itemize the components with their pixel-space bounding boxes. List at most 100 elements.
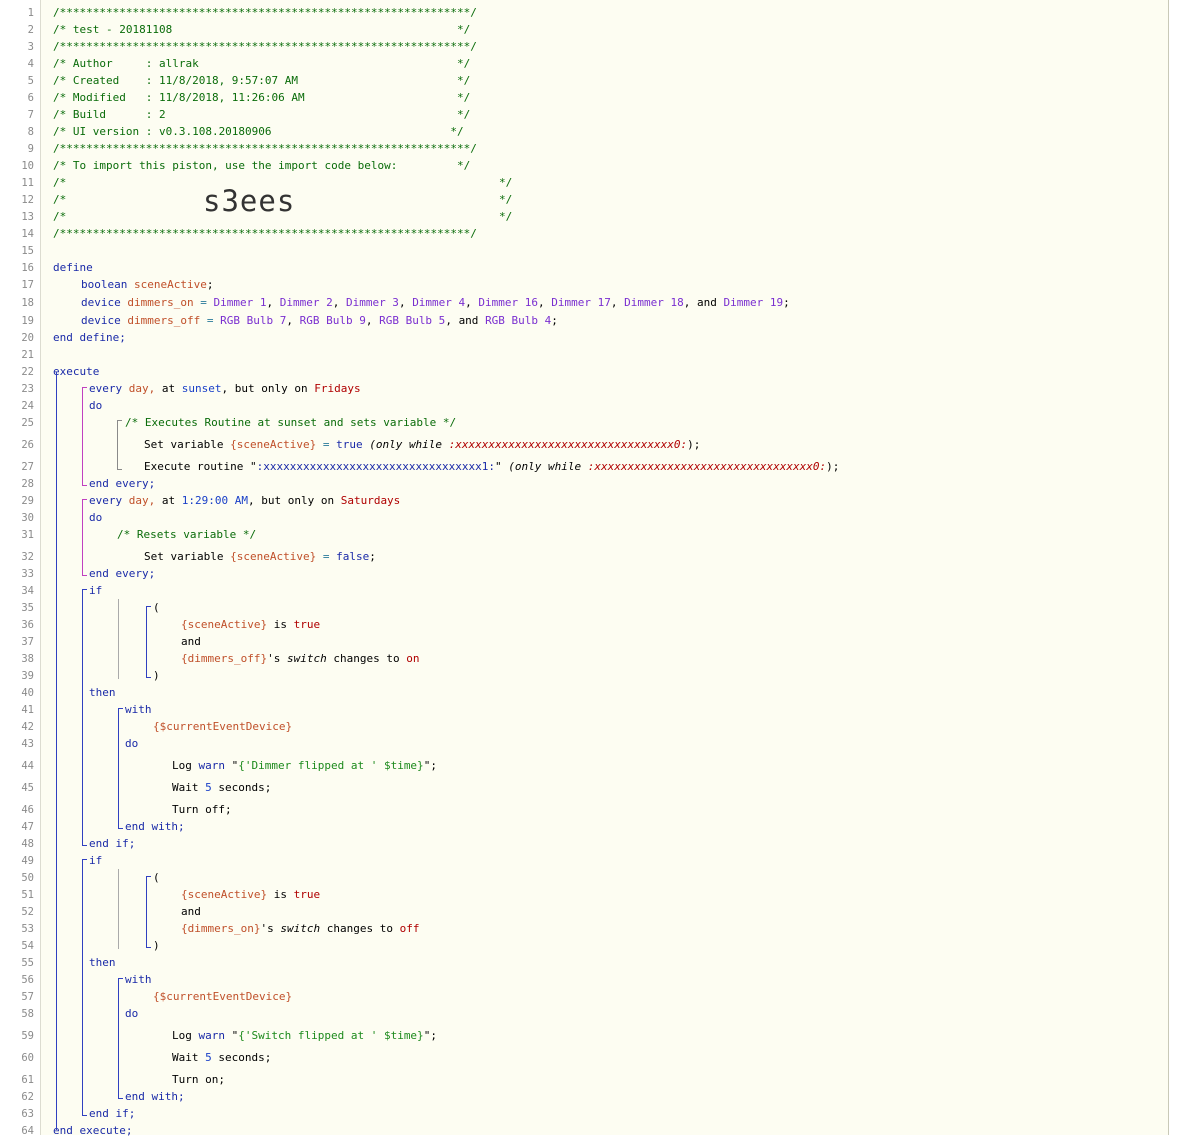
line-number: 26 [21,439,34,451]
block-bar-cond [118,599,119,679]
block-tick [82,589,87,590]
set-variable-false[interactable]: Set variable {sceneActive} = false; [144,550,376,564]
block-tick [118,708,123,709]
line-number: 22 [21,366,34,378]
line-number: 41 [21,704,34,716]
line-number: 63 [21,1108,34,1120]
line-number: 25 [21,417,34,429]
line-number: 20 [21,332,34,344]
var-dimmers-on-decl: device dimmers_on = Dimmer 1, Dimmer 2, … [81,296,790,309]
header-import-note: /* To import this piston, use the import… [53,159,471,172]
line-number: 45 [21,782,34,794]
line-number: 3 [27,41,34,53]
log-warn-action[interactable]: Log warn "{'Switch flipped at ' $time}"; [172,1029,437,1043]
header-blank-open: /* [53,210,67,223]
then-keyword: then [89,686,116,699]
define-line: define [53,261,93,274]
header-stars: /***************************************… [53,227,477,240]
condition-scene-active[interactable]: {sceneActive} is true [181,888,320,902]
line-number: 9 [27,143,34,155]
end-every: end every; [89,567,156,580]
block-bar-paren [146,876,147,948]
block-tick [118,1098,123,1099]
line-number: 13 [21,211,34,223]
log-warn-action[interactable]: Log warn "{'Dimmer flipped at ' $time}"; [172,759,437,773]
block-tick [117,469,122,470]
block-bar-if [82,859,83,1116]
line-number: 51 [21,889,34,901]
line-number: 58 [21,1008,34,1020]
comment-routine: /* Executes Routine at sunset and sets v… [125,416,457,429]
block-bar-do [117,420,118,470]
line-number: 53 [21,923,34,935]
execute-line: execute [53,365,100,378]
block-tick [146,876,151,877]
line-number: 23 [21,383,34,395]
wait-action[interactable]: Wait 5 seconds; [172,1051,271,1065]
open-paren: ( [153,871,160,884]
header-blank-close: */ [499,176,513,189]
end-if: end if; [89,837,136,850]
block-tick [117,420,122,421]
header-blank-open: /* [53,176,67,189]
line-number: 37 [21,636,34,648]
header-modified: /* Modified : 11/8/2018, 11:26:06 AM */ [53,91,471,104]
comment-reset: /* Resets variable */ [117,528,257,541]
line-number: 56 [21,974,34,986]
line-number: 16 [21,262,34,274]
line-number: 21 [21,349,34,361]
header-stars: /***************************************… [53,6,477,19]
line-number: 33 [21,568,34,580]
wait-action[interactable]: Wait 5 seconds; [172,781,271,795]
header-stars: /***************************************… [53,142,477,155]
block-tick [82,485,87,486]
condition-dimmers-on[interactable]: {dimmers_on}'s switch changes to off [181,922,419,936]
block-bar-every [82,499,83,576]
line-number: 6 [27,92,34,104]
do-keyword: do [89,399,103,412]
block-bar-cond [118,869,119,949]
end-if: end if; [89,1107,136,1120]
line-number: 19 [21,315,34,327]
header-blank-close: */ [499,193,513,206]
condition-scene-active[interactable]: {sceneActive} is true [181,618,320,632]
block-tick [118,978,123,979]
open-paren: ( [153,601,160,614]
every-time-trigger[interactable]: every day, at 1:29:00 AM, but only on Sa… [89,494,400,508]
line-number: 15 [21,245,34,257]
do-keyword: do [89,511,103,524]
block-tick [82,845,87,846]
import-code: s3ees [203,184,296,218]
line-number: 52 [21,906,34,918]
block-tick [146,677,151,678]
end-with: end with; [125,820,185,833]
block-tick [146,947,151,948]
turn-on-action[interactable]: Turn on; [172,1073,225,1087]
line-number: 27 [21,461,34,473]
with-keyword: with [125,703,152,716]
condition-dimmers-off[interactable]: {dimmers_off}'s switch changes to on [181,652,419,666]
close-paren: ) [153,669,160,682]
var-scene-active-decl: boolean sceneActive; [81,278,214,291]
and-operator: and [181,905,201,918]
line-number: 31 [21,529,34,541]
every-sunset-trigger[interactable]: every day, at sunset, but only on Friday… [89,382,361,396]
header-blank-open: /* [53,193,67,206]
line-number: 44 [21,760,34,772]
do-keyword: do [125,737,139,750]
block-tick [82,859,87,860]
and-operator: and [181,635,201,648]
execute-routine[interactable]: Execute routine ":xxxxxxxxxxxxxxxxxxxxxx… [144,460,839,474]
line-number: 11 [21,177,34,189]
header-author: /* Author : allrak */ [53,57,471,70]
turn-off-action[interactable]: Turn off; [172,803,232,817]
block-tick [118,828,123,829]
line-number: 17 [21,279,34,291]
code-editor[interactable]: 1 2 3 4 5 6 7 8 9 10 11 12 13 14 15 16 17 18 19 20 21 22 23 24 2… [0,0,1169,1137]
end-define: end define; [53,331,126,344]
set-variable-true[interactable]: Set variable {sceneActive} = true (only … [144,438,700,452]
line-number: 62 [21,1091,34,1103]
current-event-device: {$currentEventDevice} [153,990,293,1003]
line-number: 50 [21,872,34,884]
line-number: 46 [21,804,34,816]
